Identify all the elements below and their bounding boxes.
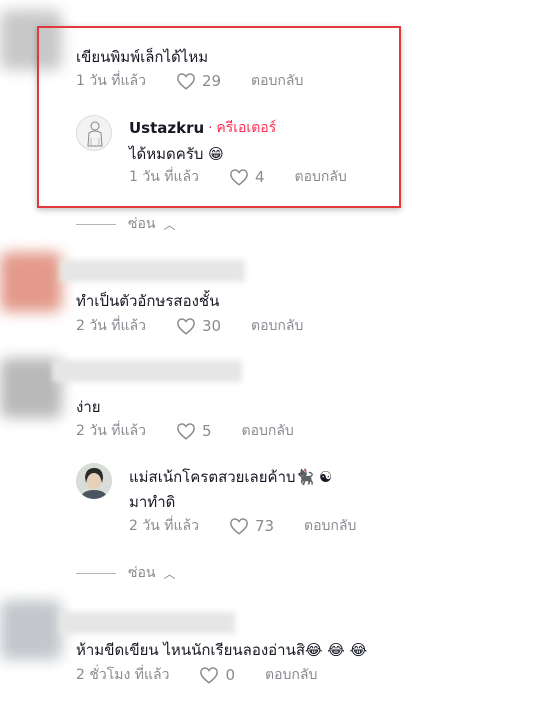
like-count: 0 (225, 666, 235, 684)
reply-button[interactable]: ตอบกลับ (265, 664, 317, 686)
avatar-photo-icon (76, 463, 112, 499)
divider (76, 223, 116, 225)
reply-text: ได้หมดครับ 😁 (129, 145, 224, 163)
like-button[interactable]: 30 (176, 317, 221, 335)
avatar[interactable] (76, 463, 112, 499)
blurred-username (52, 360, 242, 382)
hide-label: ซ่อน (128, 565, 156, 581)
reply-text-line1: แม่สเน้กโครตสวยเลยค้าบ🐈‍⬛ ☯ (129, 468, 333, 486)
chevron-up-icon: ︿ (163, 217, 176, 232)
heart-outline-icon (230, 518, 248, 535)
avatar[interactable] (76, 115, 112, 151)
like-button[interactable]: 29 (176, 72, 221, 90)
comment-meta: 1 วัน ที่แล้ว 29 ตอบกลับ (76, 70, 303, 92)
like-count: 73 (254, 517, 275, 535)
reply-time: 1 วัน ที่แล้ว (129, 169, 199, 185)
comment-text: เขียนพิมพ์เล็กได้ไหม (76, 48, 209, 66)
comment-meta: 2 วัน ที่แล้ว 5 ตอบกลับ (76, 420, 294, 442)
like-count: 29 (201, 72, 222, 90)
blurred-username (60, 612, 235, 634)
like-count: 4 (254, 168, 265, 186)
comment-text: ห้ามขีดเขียน ไหนนักเรียนลองอ่านสิ😂 😂 😂 (76, 641, 368, 659)
reply-header: Ustazkru · ครีเอเตอร์ (129, 117, 276, 139)
blurred-username (60, 260, 245, 282)
blurred-avatar (0, 600, 62, 660)
hide-replies-button[interactable]: ซ่อน ︿ (76, 213, 176, 235)
like-count: 5 (201, 422, 212, 440)
heart-outline-icon (177, 318, 195, 335)
comment-meta: 2 ชั่วโมง ที่แล้ว 0 ตอบกลับ (76, 664, 317, 686)
comment-time: 2 วัน ที่แล้ว (76, 318, 146, 334)
reply-button[interactable]: ตอบกลับ (251, 70, 303, 92)
blurred-avatar (0, 252, 62, 312)
heart-outline-icon (230, 169, 248, 186)
heart-outline-icon (177, 73, 195, 90)
hide-replies-button[interactable]: ซ่อน ︿ (76, 562, 176, 584)
reply-text-line2: มาทำดิ (129, 493, 176, 511)
comment-text: ทำเป็นตัวอักษรสองชั้น (76, 292, 220, 310)
like-button[interactable]: 0 (199, 666, 235, 684)
like-button[interactable]: 4 (229, 168, 265, 186)
heart-outline-icon (200, 667, 219, 684)
reply-username[interactable]: Ustazkru (129, 119, 204, 137)
comment-time: 1 วัน ที่แล้ว (76, 73, 146, 89)
reply-button[interactable]: ตอบกลับ (294, 166, 346, 188)
reply-meta: 2 วัน ที่แล้ว 73 ตอบกลับ (129, 515, 356, 537)
like-button[interactable]: 73 (229, 517, 274, 535)
reply-button[interactable]: ตอบกลับ (241, 420, 293, 442)
creator-badge: ครีเอเตอร์ (216, 120, 277, 136)
like-count: 30 (201, 317, 222, 335)
reply-button[interactable]: ตอบกลับ (304, 515, 356, 537)
reply-button[interactable]: ตอบกลับ (251, 315, 303, 337)
reply-time: 2 วัน ที่แล้ว (129, 518, 199, 534)
like-button[interactable]: 5 (176, 422, 212, 440)
comment-time: 2 วัน ที่แล้ว (76, 423, 146, 439)
comment-meta: 2 วัน ที่แล้ว 30 ตอบกลับ (76, 315, 303, 337)
reply-meta: 1 วัน ที่แล้ว 4 ตอบกลับ (129, 166, 347, 188)
comment-text: ง่าย (76, 398, 101, 416)
comment-time: 2 ชั่วโมง ที่แล้ว (76, 667, 170, 683)
divider (76, 572, 116, 574)
chevron-up-icon: ︿ (163, 566, 176, 581)
heart-outline-icon (177, 423, 195, 440)
hide-label: ซ่อน (128, 216, 156, 232)
badge-separator: · (208, 120, 213, 136)
